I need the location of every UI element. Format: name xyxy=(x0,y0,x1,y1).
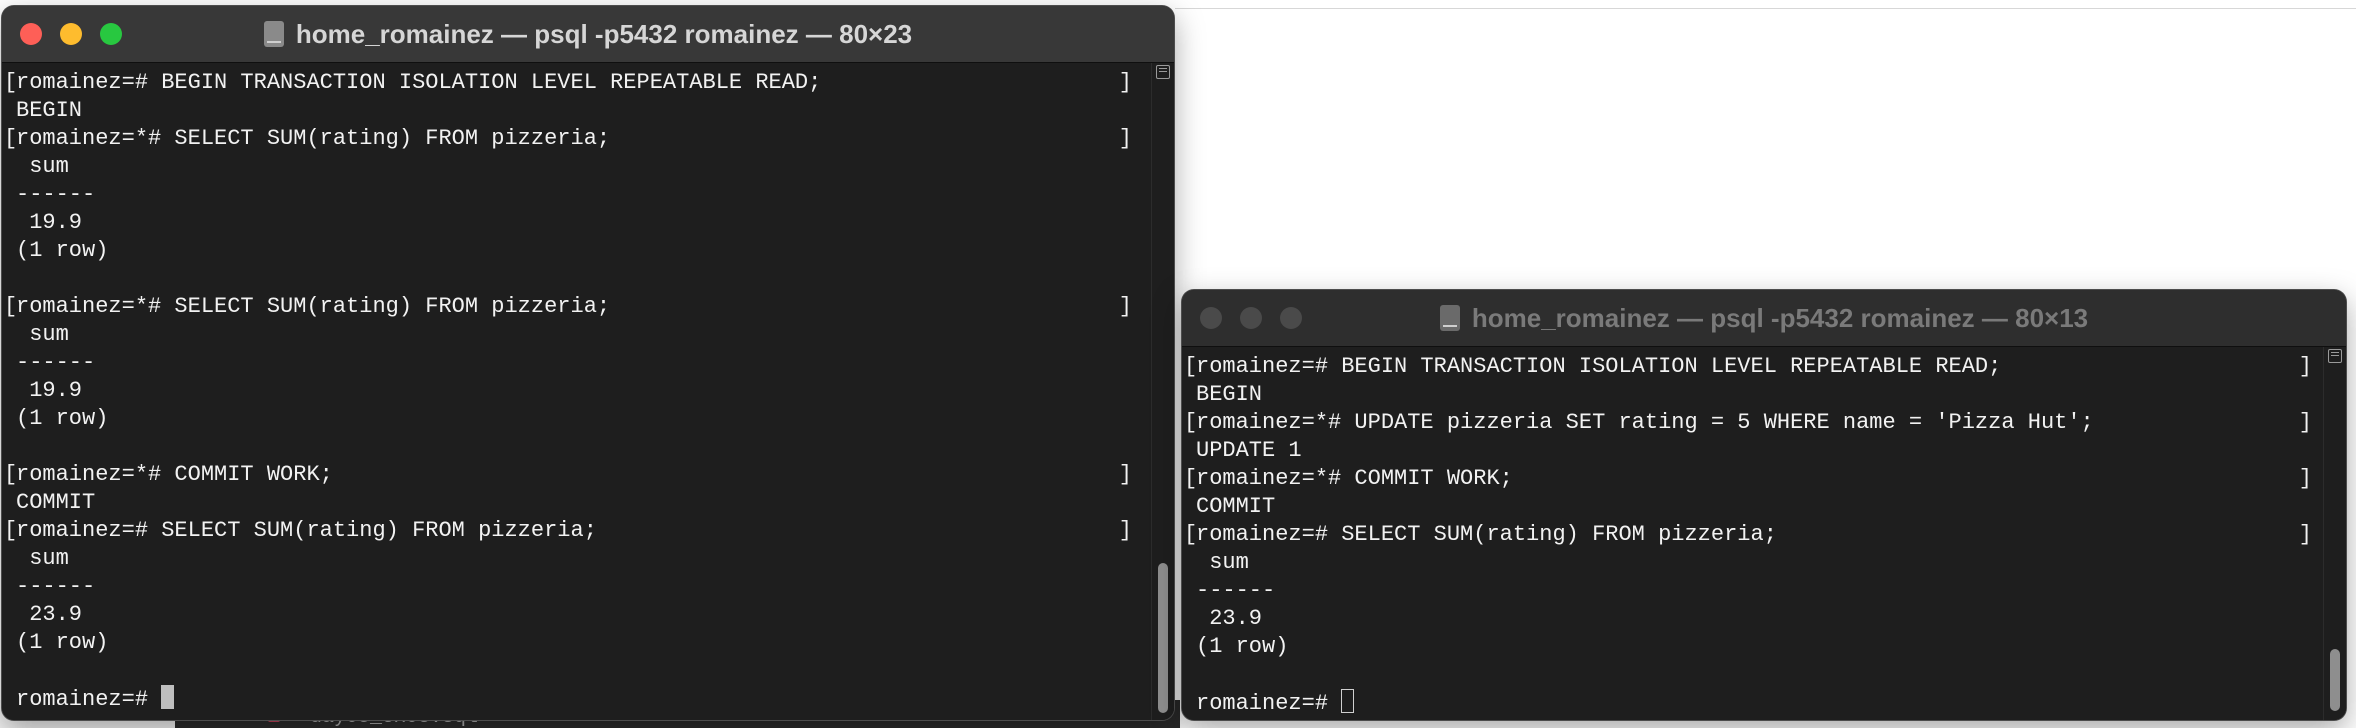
terminal-line-text: (1 row) xyxy=(16,406,109,431)
terminal-line-text: sum xyxy=(16,546,69,571)
terminal-line-text: romainez=*# COMMIT WORK; xyxy=(16,462,333,487)
background-menu-strip xyxy=(1175,0,2356,9)
terminal-line: 19.9 xyxy=(2,209,1132,237)
terminal-line: romainez=# BEGIN TRANSACTION ISOLATION L… xyxy=(2,69,1132,97)
terminal-line: BEGIN xyxy=(1182,381,2312,409)
terminal-line: 23.9 xyxy=(2,601,1132,629)
scrollbar-thumb[interactable] xyxy=(1158,563,1168,713)
scrollbar[interactable] xyxy=(1151,63,1174,720)
terminal-line-text: 19.9 xyxy=(16,210,83,235)
terminal-line: romainez=# SELECT SUM(rating) FROM pizze… xyxy=(2,517,1132,545)
terminal-line xyxy=(2,433,1132,461)
terminal-line xyxy=(1182,661,2312,689)
scrollbar-thumb[interactable] xyxy=(2330,649,2340,711)
terminal-line-text xyxy=(2,266,16,291)
terminal-line: romainez=# BEGIN TRANSACTION ISOLATION L… xyxy=(1182,353,2312,381)
terminal-line-text: COMMIT xyxy=(1196,494,1276,519)
terminal-output[interactable]: romainez=# BEGIN TRANSACTION ISOLATION L… xyxy=(2,69,1132,713)
terminal-line: ------ xyxy=(2,349,1132,377)
terminal-content[interactable]: romainez=# BEGIN TRANSACTION ISOLATION L… xyxy=(2,63,1174,720)
terminal-line: (1 row) xyxy=(2,237,1132,265)
terminal-line-text: romainez=*# UPDATE pizzeria SET rating =… xyxy=(1196,410,2094,435)
terminal-line: (1 row) xyxy=(2,405,1132,433)
terminal-line-text: romainez=*# SELECT SUM(rating) FROM pizz… xyxy=(16,126,611,151)
terminal-line: ------ xyxy=(2,573,1132,601)
terminal-line: ------ xyxy=(2,181,1132,209)
terminal-line: UPDATE 1 xyxy=(1182,437,2312,465)
terminal-line-text: 23.9 xyxy=(1196,606,1263,631)
terminal-line: ------ xyxy=(1182,577,2312,605)
prompt-line[interactable]: romainez=# xyxy=(2,685,1132,713)
terminal-content[interactable]: romainez=# BEGIN TRANSACTION ISOLATION L… xyxy=(1182,347,2346,720)
terminal-window-active[interactable]: home_romainez — psql -p5432 romainez — 8… xyxy=(2,6,1174,720)
terminal-line: romainez=*# COMMIT WORK; xyxy=(1182,465,2312,493)
terminal-line-text: romainez=# SELECT SUM(rating) FROM pizze… xyxy=(1196,522,1777,547)
terminal-line-text: ------ xyxy=(1196,578,1276,603)
terminal-line xyxy=(2,657,1132,685)
terminal-line-text: romainez=*# SELECT SUM(rating) FROM pizz… xyxy=(16,294,611,319)
text-cursor xyxy=(1341,689,1355,713)
terminal-line-text: BEGIN xyxy=(16,98,83,123)
terminal-line-text xyxy=(1182,662,1196,687)
terminal-line: BEGIN xyxy=(2,97,1132,125)
terminal-line: sum xyxy=(2,545,1132,573)
terminal-line: 19.9 xyxy=(2,377,1132,405)
terminal-line-text: sum xyxy=(1196,550,1249,575)
terminal-line: sum xyxy=(2,153,1132,181)
terminal-line-text: (1 row) xyxy=(16,238,109,263)
drive-icon xyxy=(1439,305,1460,331)
terminal-line: 23.9 xyxy=(1182,605,2312,633)
text-cursor xyxy=(161,685,175,709)
terminal-line: (1 row) xyxy=(2,629,1132,657)
terminal-line-text: ------ xyxy=(16,350,96,375)
prompt-text: romainez=# xyxy=(1196,691,1342,716)
terminal-output[interactable]: romainez=# BEGIN TRANSACTION ISOLATION L… xyxy=(1182,353,2312,717)
terminal-line-text: romainez=# BEGIN TRANSACTION ISOLATION L… xyxy=(16,70,822,95)
terminal-line: romainez=# SELECT SUM(rating) FROM pizze… xyxy=(1182,521,2312,549)
scrollbar[interactable] xyxy=(2323,347,2346,720)
terminal-line: sum xyxy=(1182,549,2312,577)
prompt-line[interactable]: romainez=# xyxy=(1182,689,2312,717)
terminal-line: romainez=*# SELECT SUM(rating) FROM pizz… xyxy=(2,125,1132,153)
terminal-line-text: (1 row) xyxy=(1196,634,1289,659)
window-title-text: home_romainez — psql -p5432 romainez — 8… xyxy=(1471,302,2089,333)
prompt-text: romainez=# xyxy=(16,687,162,712)
terminal-line-text: UPDATE 1 xyxy=(1196,438,1302,463)
terminal-line: COMMIT xyxy=(2,489,1132,517)
terminal-line-text: romainez=*# COMMIT WORK; xyxy=(1196,466,1513,491)
terminal-line-text: 23.9 xyxy=(16,602,83,627)
terminal-line-text: BEGIN xyxy=(1196,382,1263,407)
terminal-line-text: COMMIT xyxy=(16,490,96,515)
terminal-window-inactive[interactable]: home_romainez — psql -p5432 romainez — 8… xyxy=(1182,290,2346,720)
window-title-text: home_romainez — psql -p5432 romainez — 8… xyxy=(295,18,913,49)
window-titlebar[interactable]: home_romainez — psql -p5432 romainez — 8… xyxy=(1182,290,2346,347)
terminal-line: romainez=*# COMMIT WORK; xyxy=(2,461,1132,489)
window-title: home_romainez — psql -p5432 romainez — 8… xyxy=(2,6,1174,62)
split-pane-icon[interactable] xyxy=(1156,65,1170,79)
terminal-line-text xyxy=(2,658,16,683)
window-titlebar[interactable]: home_romainez — psql -p5432 romainez — 8… xyxy=(2,6,1174,63)
terminal-line xyxy=(2,265,1132,293)
terminal-line: romainez=*# UPDATE pizzeria SET rating =… xyxy=(1182,409,2312,437)
terminal-line-text: sum xyxy=(16,154,69,179)
terminal-line-text: (1 row) xyxy=(16,630,109,655)
terminal-line: COMMIT xyxy=(1182,493,2312,521)
terminal-line: romainez=*# SELECT SUM(rating) FROM pizz… xyxy=(2,293,1132,321)
terminal-line: sum xyxy=(2,321,1132,349)
split-pane-icon[interactable] xyxy=(2328,349,2342,363)
terminal-line-text xyxy=(2,434,16,459)
terminal-line-text: sum xyxy=(16,322,69,347)
terminal-line: (1 row) xyxy=(1182,633,2312,661)
terminal-line-text: ------ xyxy=(16,574,96,599)
terminal-line-text: ------ xyxy=(16,182,96,207)
terminal-line-text: 19.9 xyxy=(16,378,83,403)
terminal-line-text: romainez=# BEGIN TRANSACTION ISOLATION L… xyxy=(1196,354,2002,379)
terminal-line-text: romainez=# SELECT SUM(rating) FROM pizze… xyxy=(16,518,597,543)
drive-icon xyxy=(263,21,284,47)
desktop: day08_ex03.sql home_romainez — psql -p54… xyxy=(0,0,2356,728)
window-title: home_romainez — psql -p5432 romainez — 8… xyxy=(1182,290,2346,346)
